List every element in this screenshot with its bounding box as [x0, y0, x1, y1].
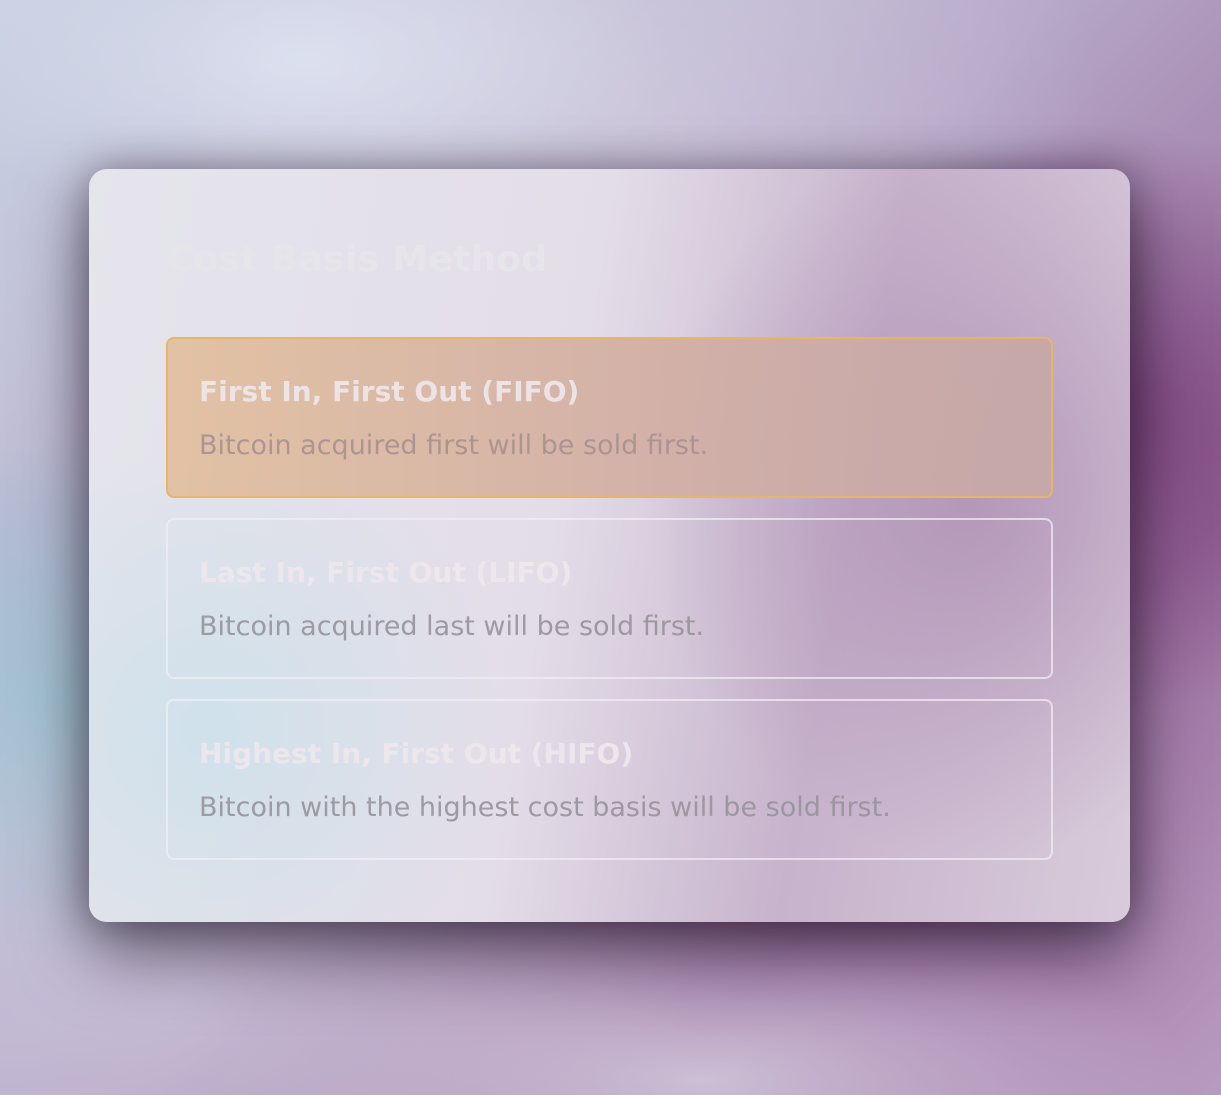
cost-basis-options: First In, First Out (FIFO) Bitcoin acqui… — [166, 337, 1053, 880]
option-title: Last In, First Out (LIFO) — [199, 556, 573, 589]
dialog-title: Cost Basis Method — [167, 239, 548, 280]
option-lifo[interactable]: Last In, First Out (LIFO) Bitcoin acquir… — [166, 518, 1053, 679]
option-description: Bitcoin with the highest cost basis will… — [199, 792, 891, 823]
option-description: Bitcoin acquired last will be sold first… — [199, 611, 705, 642]
option-description: Bitcoin acquired first will be sold firs… — [199, 430, 709, 461]
option-hifo[interactable]: Highest In, First Out (HIFO) Bitcoin wit… — [166, 699, 1053, 860]
option-fifo[interactable]: First In, First Out (FIFO) Bitcoin acqui… — [166, 337, 1053, 498]
option-title: First In, First Out (FIFO) — [199, 375, 580, 408]
cost-basis-dialog: Cost Basis Method First In, First Out (F… — [89, 169, 1130, 922]
option-title: Highest In, First Out (HIFO) — [199, 737, 634, 770]
